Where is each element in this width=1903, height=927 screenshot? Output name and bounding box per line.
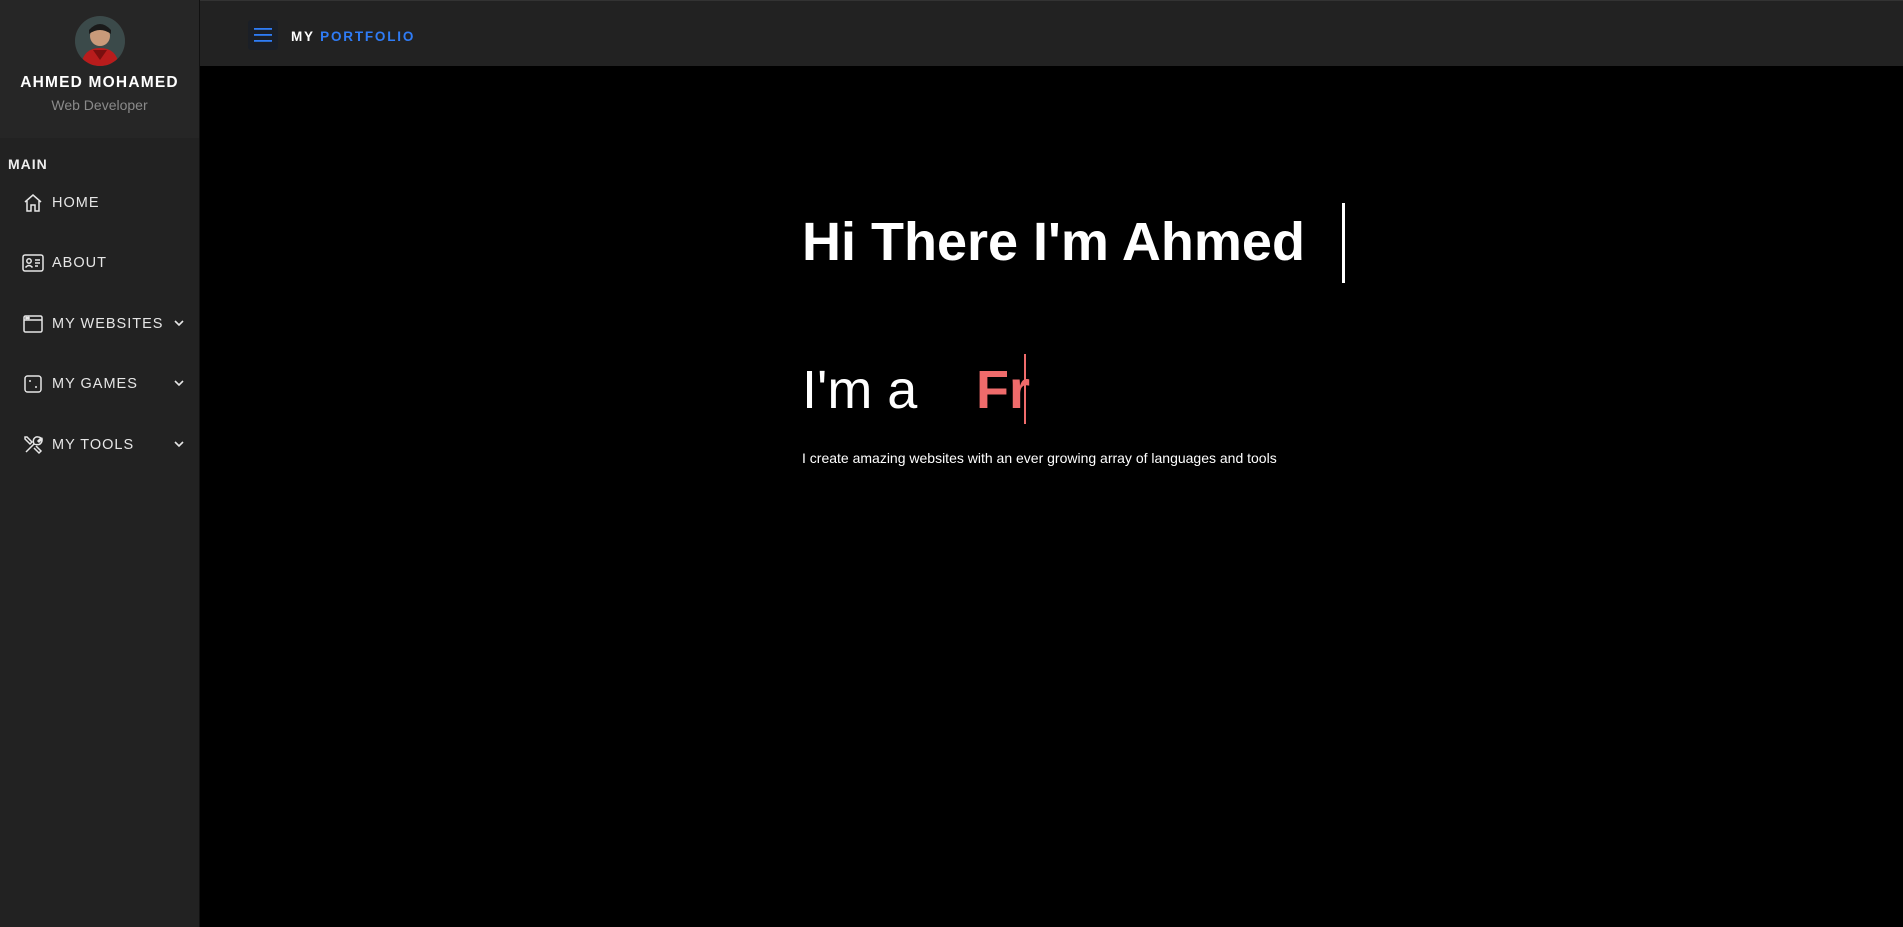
- top-navbar: MY PORTFOLIO: [200, 0, 1903, 66]
- sidebar-item-my-tools[interactable]: MY TOOLS: [0, 425, 200, 465]
- dice-icon: [22, 373, 44, 395]
- sidebar-item-my-games[interactable]: MY GAMES: [0, 364, 200, 404]
- hero-section: Hi There I'm Ahmed I'm a Fr I create ama…: [802, 200, 1502, 466]
- brand-my: MY: [291, 29, 315, 44]
- menu-toggle-button[interactable]: [248, 20, 278, 50]
- typing-caret: [1342, 203, 1345, 283]
- hero-subtitle-prefix: I'm a: [802, 360, 918, 420]
- profile-card: AHMED MOHAMED Web Developer: [0, 0, 199, 138]
- section-title-main: MAIN: [8, 156, 48, 172]
- sidebar-item-label: MY GAMES: [52, 376, 138, 392]
- sidebar-item-my-websites[interactable]: MY WEBSITES: [0, 304, 200, 344]
- sidebar-item-label: HOME: [52, 195, 100, 211]
- chevron-down-icon[interactable]: [172, 376, 186, 390]
- profile-name: AHMED MOHAMED: [20, 74, 179, 91]
- hero-description: I create amazing websites with an ever g…: [802, 450, 1277, 466]
- typed-text: Fr: [976, 360, 1030, 420]
- home-icon: [22, 192, 44, 214]
- sidebar-item-label: MY TOOLS: [52, 437, 135, 453]
- hamburger-menu-icon: [254, 28, 272, 42]
- hero-title-text: Hi There I'm Ahmed: [802, 212, 1305, 272]
- typed-role-text: Fr: [976, 350, 1030, 430]
- sidebar-item-home[interactable]: HOME: [0, 183, 200, 223]
- chevron-down-icon[interactable]: [172, 316, 186, 330]
- sidebar: AHMED MOHAMED Web Developer MAIN HOME AB…: [0, 0, 200, 927]
- id-card-icon: [22, 252, 44, 274]
- hero-title: Hi There I'm Ahmed: [802, 200, 1502, 284]
- brand-logo[interactable]: MY PORTFOLIO: [291, 29, 415, 44]
- profile-role: Web Developer: [51, 97, 148, 113]
- sidebar-item-about[interactable]: ABOUT: [0, 243, 200, 283]
- chevron-down-icon[interactable]: [172, 437, 186, 451]
- sidebar-item-label: MY WEBSITES: [52, 316, 164, 332]
- brand-portfolio: PORTFOLIO: [320, 29, 416, 44]
- browser-window-icon: [22, 313, 44, 335]
- tools-icon: [22, 434, 44, 456]
- avatar: [74, 16, 125, 66]
- sidebar-item-label: ABOUT: [52, 255, 107, 271]
- typing-caret-red: [1024, 354, 1026, 424]
